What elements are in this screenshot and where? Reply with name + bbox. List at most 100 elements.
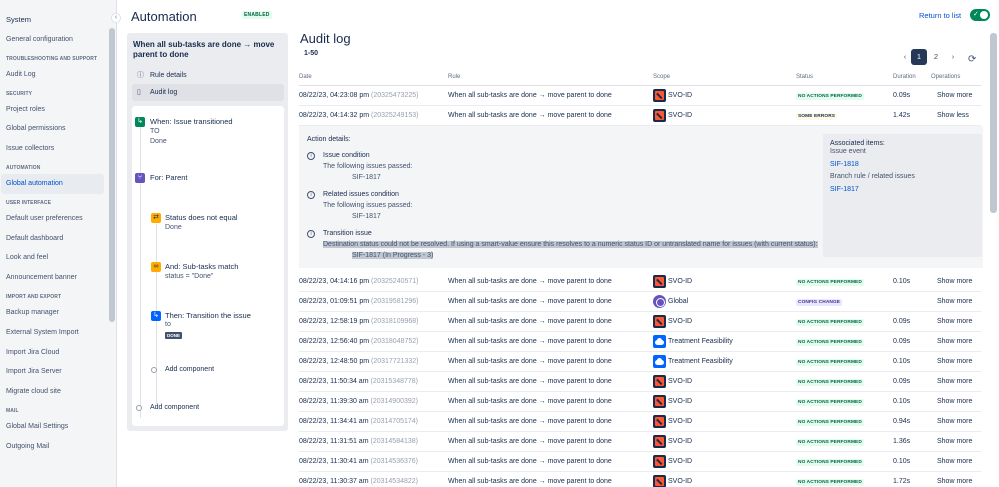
row-status-badge: NO ACTIONS PERFORMED — [796, 459, 864, 466]
row-show-toggle[interactable]: Show more — [937, 92, 972, 99]
sidebar-item-outgoing-mail[interactable]: Outgoing Mail — [0, 437, 109, 457]
row-show-toggle[interactable]: Show more — [937, 318, 972, 325]
sidebar-item-external-system-import[interactable]: External System Import — [0, 323, 109, 343]
sidebar-section-heading: TROUBLESHOOTING AND SUPPORT — [6, 55, 98, 62]
range-label: 1-50 — [304, 50, 319, 57]
sidebar-item-look-and-feel[interactable]: Look and feel — [0, 248, 109, 268]
row-duration: 1.36s — [893, 438, 911, 445]
trigger-component[interactable]: ↳ When: Issue transitioned TO Done — [132, 116, 282, 146]
sidebar-item-default-user-preferences[interactable]: Default user preferences — [0, 209, 109, 229]
row-date: 08/22/23, 11:31:51 am (20314584138) — [299, 438, 418, 445]
row-show-toggle[interactable]: Show more — [937, 438, 972, 445]
rule-name: When all sub-tasks are done → move paren… — [133, 40, 275, 59]
enable-toggle[interactable]: ✓ — [970, 9, 990, 21]
audit-log-menu-item[interactable]: ▯ Audit log — [132, 84, 284, 101]
row-duration: 0.94s — [893, 418, 911, 425]
sidebar-item-global-mail-settings[interactable]: Global Mail Settings — [0, 417, 109, 437]
page-scrollbar[interactable] — [990, 33, 997, 213]
row-status-badge: NO ACTIONS PERFORMED — [796, 93, 864, 100]
scope-cloud-icon — [653, 355, 666, 368]
add-component-outer-button[interactable]: Add component — [136, 404, 199, 411]
row-duration: 0.10s — [893, 278, 911, 285]
row-show-toggle[interactable]: Show more — [937, 458, 972, 465]
row-scope: Treatment Feasibility — [668, 358, 733, 365]
row-id: (20325240571) — [371, 278, 419, 285]
status-condition-component[interactable]: ⇄ Status does not equal Done — [132, 212, 282, 238]
transition-action-component[interactable]: ↳ Then: Transition the issue to DONE — [132, 310, 282, 344]
sidebar-item-default-dashboard[interactable]: Default dashboard — [0, 229, 109, 249]
row-date-text: 08/22/23, 11:30:37 am — [299, 478, 369, 485]
component-title: For: Parent — [150, 173, 188, 182]
associated-items: Associated items: Issue event SIF-1818 B… — [823, 134, 982, 257]
row-show-toggle[interactable]: Show more — [937, 378, 972, 385]
link-icon: ∞ — [151, 262, 161, 272]
row-show-toggle[interactable]: Show less — [937, 112, 969, 119]
branch-component[interactable]: ⑂ For: Parent — [132, 172, 282, 188]
sidebar-item-global-automation[interactable]: Global automation — [1, 173, 104, 194]
scope-proj-icon — [653, 89, 666, 102]
action-details-panel: Action details: i Issue condition The fo… — [299, 126, 983, 268]
status-badge: ENABLED — [242, 11, 272, 19]
next-page-icon[interactable]: › — [945, 49, 961, 65]
row-id: (20315348778) — [370, 378, 419, 385]
page-1-button[interactable]: 1 — [911, 49, 927, 65]
sidebar-item-announcement-banner[interactable]: Announcement banner — [0, 268, 109, 288]
sidebar-item-audit-log[interactable]: Audit Log — [0, 65, 109, 85]
sidebar-item-migrate-cloud-site[interactable]: Migrate cloud site — [0, 382, 109, 402]
col-status: Status — [796, 74, 814, 80]
scope-proj-icon — [653, 455, 666, 468]
add-circle-icon — [136, 405, 142, 411]
sidebar-item-global-permissions[interactable]: Global permissions — [0, 119, 109, 139]
row-date-text: 08/22/23, 04:14:32 pm — [299, 112, 370, 119]
sidebar-item-project-roles[interactable]: Project roles — [0, 100, 109, 120]
action-title: Related issues condition — [323, 191, 399, 198]
row-show-toggle[interactable]: Show more — [937, 298, 972, 305]
row-status-badge: NO ACTIONS PERFORMED — [796, 379, 864, 386]
add-component-inner-button[interactable]: Add component — [151, 366, 214, 373]
row-show-toggle[interactable]: Show more — [937, 338, 972, 345]
subtasks-condition-component[interactable]: ∞ And: Sub-tasks match status = "Done" — [132, 261, 282, 287]
row-status-badge: NO ACTIONS PERFORMED — [796, 439, 864, 446]
row-id: (20319581296) — [371, 298, 419, 305]
sidebar-item-import-jira-server[interactable]: Import Jira Server — [0, 362, 109, 382]
row-show-toggle[interactable]: Show more — [937, 478, 972, 485]
scope-proj-icon — [653, 415, 666, 428]
row-scope: Treatment Feasibility — [668, 338, 733, 345]
component-to-value: Done — [150, 138, 167, 145]
page-2-button[interactable]: 2 — [928, 49, 944, 65]
collapse-sidebar-button[interactable]: ‹ — [111, 13, 121, 23]
rule-details-menu-item[interactable]: ⓘ Rule details — [132, 67, 284, 84]
component-value: Done — [165, 224, 182, 231]
row-show-toggle[interactable]: Show more — [937, 418, 972, 425]
transition-icon: ↳ — [151, 311, 161, 321]
sidebar-scrollbar[interactable] — [109, 28, 115, 322]
sidebar-item-import-jira-cloud[interactable]: Import Jira Cloud — [0, 343, 109, 363]
row-id: (20325473225) — [371, 92, 419, 99]
table-row: 08/22/23, 11:30:41 am (20314536376) When … — [299, 452, 981, 472]
return-to-list-link[interactable]: Return to list — [919, 11, 961, 20]
row-show-toggle[interactable]: Show more — [937, 398, 972, 405]
row-scope: SVO-ID — [668, 378, 693, 385]
row-show-toggle[interactable]: Show more — [937, 278, 972, 285]
row-duration: 1.42s — [893, 112, 911, 119]
row-id: (20325249153) — [371, 112, 419, 119]
row-scope: SVO-ID — [668, 438, 693, 445]
row-rule: When all sub-tasks are done → move paren… — [448, 92, 612, 99]
row-date-text: 08/22/23, 11:30:41 am — [299, 458, 369, 465]
rule-panel: When all sub-tasks are done → move paren… — [127, 33, 288, 431]
row-show-toggle[interactable]: Show more — [937, 358, 972, 365]
sidebar-item-issue-collectors[interactable]: Issue collectors — [0, 139, 109, 159]
row-date: 08/22/23, 12:48:50 pm (20317721332) — [299, 358, 419, 365]
row-date: 08/22/23, 11:50:34 am (20315348778) — [299, 378, 418, 385]
table-row: 08/22/23, 11:34:41 am (20314705174) When … — [299, 412, 981, 432]
row-rule: When all sub-tasks are done → move paren… — [448, 378, 612, 385]
component-title: Then: Transition the issue — [165, 311, 251, 320]
assoc-event: Issue event — [830, 148, 866, 155]
assoc-issue-link[interactable]: SIF-1818 — [830, 161, 859, 168]
refresh-icon[interactable]: ⟳ — [968, 54, 976, 65]
row-status-badge: NO ACTIONS PERFORMED — [796, 279, 864, 286]
row-date-text: 08/22/23, 11:34:41 am — [299, 418, 369, 425]
sidebar-item-general-configuration[interactable]: General configuration — [0, 30, 109, 50]
assoc-issue-link[interactable]: SIF-1817 — [830, 186, 859, 193]
sidebar-item-backup-manager[interactable]: Backup manager — [0, 303, 109, 323]
